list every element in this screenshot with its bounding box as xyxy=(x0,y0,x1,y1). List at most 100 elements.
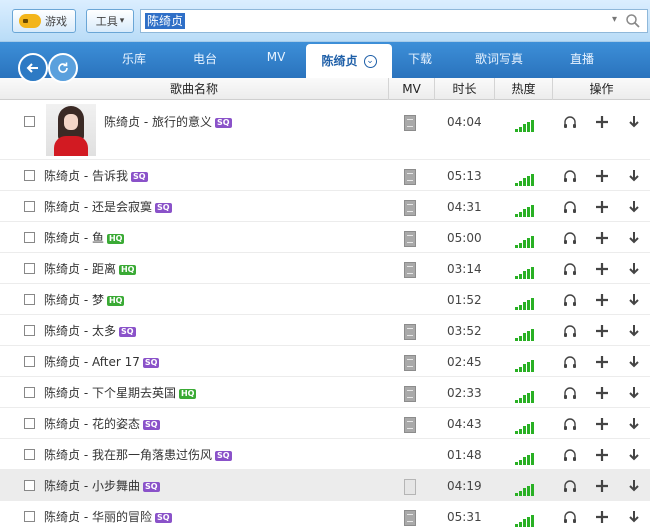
search-input[interactable]: 陈绮贞 ▾ xyxy=(140,9,648,33)
row-checkbox[interactable] xyxy=(24,449,35,460)
download-icon[interactable] xyxy=(626,416,642,432)
headphones-icon[interactable] xyxy=(562,478,578,494)
headphones-icon[interactable] xyxy=(562,354,578,370)
headphones-icon[interactable] xyxy=(562,261,578,277)
column-header-duration[interactable]: 时长 xyxy=(434,78,494,100)
headphones-icon[interactable] xyxy=(562,230,578,246)
download-icon[interactable] xyxy=(626,509,642,525)
download-icon[interactable] xyxy=(626,385,642,401)
song-title[interactable]: 陈绮贞 - 花的姿态 SQ xyxy=(44,416,160,432)
tab-artist-active[interactable]: 陈绮贞 ⌄ xyxy=(306,44,392,78)
add-icon[interactable] xyxy=(594,447,610,463)
add-icon[interactable] xyxy=(594,199,610,215)
search-icon[interactable] xyxy=(625,13,641,29)
song-title[interactable]: 陈绮贞 - 鱼 HQ xyxy=(44,230,125,246)
chevron-down-circle-icon[interactable]: ⌄ xyxy=(363,55,377,68)
row-checkbox[interactable] xyxy=(24,170,35,181)
tab-live[interactable]: 直播 xyxy=(560,50,604,70)
headphones-icon[interactable] xyxy=(562,447,578,463)
song-title[interactable]: 陈绮贞 - 我在那一角落患过伤风 SQ xyxy=(44,447,232,463)
game-button[interactable]: 游戏 xyxy=(12,9,76,33)
add-icon[interactable] xyxy=(594,230,610,246)
row-checkbox[interactable] xyxy=(24,232,35,243)
tab-radio[interactable]: 电台 xyxy=(183,50,227,70)
table-row[interactable]: 陈绮贞 - 旅行的意义 SQ 04:04 xyxy=(0,100,650,160)
table-row[interactable]: 陈绮贞 - After 17 SQ 02:45 xyxy=(0,346,650,377)
add-icon[interactable] xyxy=(594,292,610,308)
headphones-icon[interactable] xyxy=(562,114,578,130)
row-checkbox[interactable] xyxy=(24,511,35,522)
table-row[interactable]: 陈绮贞 - 距离 HQ 03:14 xyxy=(0,253,650,284)
song-title[interactable]: 陈绮贞 - 还是会寂寞 SQ xyxy=(44,199,172,215)
download-icon[interactable] xyxy=(626,447,642,463)
search-history-dropdown[interactable]: ▾ xyxy=(612,14,617,25)
row-checkbox[interactable] xyxy=(24,116,35,127)
add-icon[interactable] xyxy=(594,114,610,130)
song-title[interactable]: 陈绮贞 - 距离 HQ xyxy=(44,261,137,277)
mv-icon[interactable] xyxy=(404,417,416,433)
table-row[interactable]: 陈绮贞 - 花的姿态 SQ 04:43 xyxy=(0,408,650,439)
song-title[interactable]: 陈绮贞 - 华丽的冒险 SQ xyxy=(44,509,172,525)
row-checkbox[interactable] xyxy=(24,294,35,305)
row-checkbox[interactable] xyxy=(24,480,35,491)
tab-library[interactable]: 乐库 xyxy=(112,50,156,70)
mv-icon[interactable] xyxy=(404,231,416,247)
headphones-icon[interactable] xyxy=(562,416,578,432)
table-row[interactable]: 陈绮贞 - 太多 SQ 03:52 xyxy=(0,315,650,346)
mv-icon[interactable] xyxy=(404,169,416,185)
mv-icon[interactable] xyxy=(404,115,416,131)
song-title[interactable]: 陈绮贞 - 太多 SQ xyxy=(44,323,136,339)
song-title[interactable]: 陈绮贞 - After 17 SQ xyxy=(44,354,160,370)
download-icon[interactable] xyxy=(626,168,642,184)
mv-icon[interactable] xyxy=(404,324,416,340)
mv-icon[interactable] xyxy=(404,386,416,402)
back-button[interactable] xyxy=(18,53,48,83)
tools-button[interactable]: 工具 ▾ xyxy=(86,9,134,33)
add-icon[interactable] xyxy=(594,323,610,339)
tab-lyrics-photo[interactable]: 歌词写真 xyxy=(462,50,536,70)
row-checkbox[interactable] xyxy=(24,325,35,336)
column-header-mv[interactable]: MV xyxy=(388,78,434,100)
table-row[interactable]: 陈绮贞 - 华丽的冒险 SQ 05:31 xyxy=(0,501,650,530)
download-icon[interactable] xyxy=(626,230,642,246)
add-icon[interactable] xyxy=(594,416,610,432)
table-row[interactable]: 陈绮贞 - 下个星期去英国 HQ 02:33 xyxy=(0,377,650,408)
download-icon[interactable] xyxy=(626,354,642,370)
tab-mv[interactable]: MV xyxy=(254,50,298,70)
download-icon[interactable] xyxy=(626,323,642,339)
mv-icon[interactable] xyxy=(404,262,416,278)
mv-icon[interactable] xyxy=(404,355,416,371)
song-title[interactable]: 陈绮贞 - 下个星期去英国 HQ xyxy=(44,385,197,401)
tab-downloads[interactable]: 下载 xyxy=(398,50,442,70)
song-title[interactable]: 陈绮贞 - 小步舞曲 SQ xyxy=(44,478,160,494)
add-icon[interactable] xyxy=(594,354,610,370)
row-checkbox[interactable] xyxy=(24,201,35,212)
headphones-icon[interactable] xyxy=(562,385,578,401)
download-icon[interactable] xyxy=(626,261,642,277)
mv-icon[interactable] xyxy=(404,200,416,216)
download-icon[interactable] xyxy=(626,478,642,494)
table-row[interactable]: 陈绮贞 - 小步舞曲 SQ 04:19 xyxy=(0,470,650,501)
headphones-icon[interactable] xyxy=(562,292,578,308)
headphones-icon[interactable] xyxy=(562,323,578,339)
headphones-icon[interactable] xyxy=(562,199,578,215)
table-row[interactable]: 陈绮贞 - 告诉我 SQ 05:13 xyxy=(0,160,650,191)
add-icon[interactable] xyxy=(594,509,610,525)
row-checkbox[interactable] xyxy=(24,356,35,367)
mv-icon[interactable] xyxy=(404,510,416,526)
table-row[interactable]: 陈绮贞 - 我在那一角落患过伤风 SQ 01:48 xyxy=(0,439,650,470)
download-icon[interactable] xyxy=(626,199,642,215)
add-icon[interactable] xyxy=(594,478,610,494)
download-icon[interactable] xyxy=(626,292,642,308)
song-title[interactable]: 陈绮贞 - 梦 HQ xyxy=(44,292,125,308)
add-icon[interactable] xyxy=(594,385,610,401)
headphones-icon[interactable] xyxy=(562,168,578,184)
song-title[interactable]: 陈绮贞 - 旅行的意义 SQ xyxy=(104,114,232,130)
row-checkbox[interactable] xyxy=(24,263,35,274)
song-title[interactable]: 陈绮贞 - 告诉我 SQ xyxy=(44,168,148,184)
row-checkbox[interactable] xyxy=(24,418,35,429)
refresh-button[interactable] xyxy=(48,53,78,83)
add-icon[interactable] xyxy=(594,168,610,184)
table-row[interactable]: 陈绮贞 - 梦 HQ 01:52 xyxy=(0,284,650,315)
add-icon[interactable] xyxy=(594,261,610,277)
